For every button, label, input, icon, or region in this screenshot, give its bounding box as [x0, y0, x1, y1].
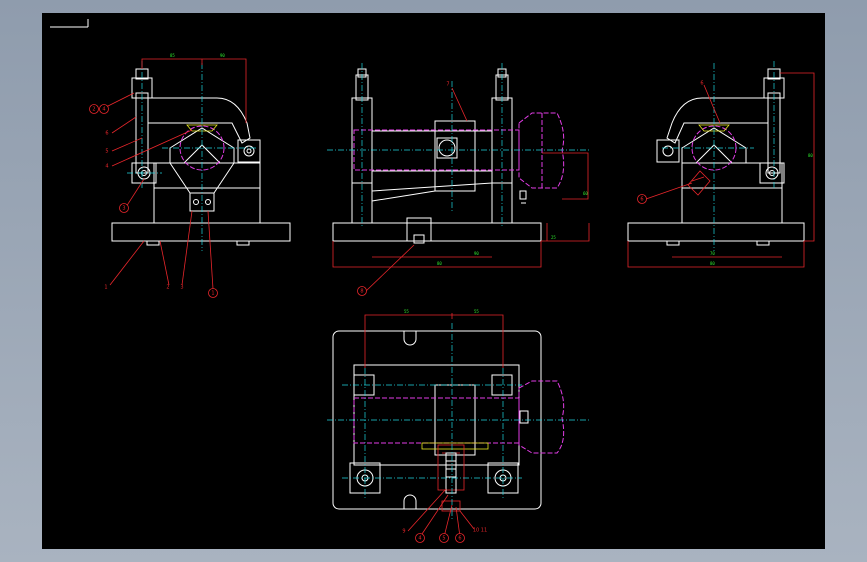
svg-text:55: 55 [404, 309, 409, 314]
svg-text:1: 1 [211, 291, 214, 297]
svg-text:80: 80 [710, 261, 715, 266]
fixture-drawing: 85 90 2 4 6 5 4 3 1 2 3 1 90 80 60 25 7 … [50, 19, 815, 543]
balloon-6b[interactable]: 6 [637, 194, 647, 204]
svg-text:80: 80 [808, 153, 813, 158]
svg-text:70: 70 [710, 251, 715, 256]
svg-text:9: 9 [402, 529, 405, 535]
balloon-10[interactable]: 10 11 [473, 528, 487, 534]
balloon-1[interactable]: 1 [208, 288, 218, 298]
balloon-2[interactable]: 2 [89, 104, 99, 114]
svg-text:3: 3 [180, 285, 183, 291]
svg-text:3: 3 [122, 206, 125, 212]
svg-text:1: 1 [104, 285, 107, 291]
svg-text:90: 90 [220, 53, 225, 58]
balloon-9[interactable]: 9 [402, 529, 405, 535]
svg-text:6: 6 [458, 536, 461, 542]
balloon-6a[interactable]: 6 [700, 81, 703, 87]
svg-text:4: 4 [105, 164, 108, 170]
balloon-4b[interactable]: 4 [415, 533, 425, 543]
svg-text:85: 85 [170, 53, 175, 58]
svg-text:6: 6 [700, 81, 703, 87]
top-view: 55 55 9 4 5 6 10 11 [327, 309, 590, 543]
balloon-8[interactable]: 8 [357, 286, 367, 296]
svg-text:7: 7 [446, 82, 449, 88]
viewer-window: 85 90 2 4 6 5 4 3 1 2 3 1 90 80 60 25 7 … [0, 0, 867, 562]
svg-text:25: 25 [551, 235, 556, 240]
balloon-7[interactable]: 7 [446, 82, 449, 88]
svg-text:2: 2 [92, 107, 95, 113]
balloon-3[interactable]: 3 [119, 203, 129, 213]
svg-text:55: 55 [474, 309, 479, 314]
svg-text:8: 8 [360, 289, 363, 295]
svg-text:6: 6 [640, 197, 643, 203]
svg-text:4: 4 [102, 107, 105, 113]
svg-text:80: 80 [437, 261, 442, 266]
svg-text:10 11: 10 11 [473, 528, 487, 534]
drawing-canvas[interactable]: 85 90 2 4 6 5 4 3 1 2 3 1 90 80 60 25 7 … [42, 13, 825, 549]
svg-text:5: 5 [442, 536, 445, 542]
svg-text:60: 60 [583, 191, 588, 196]
balloon-5[interactable]: 5 [439, 533, 449, 543]
svg-text:5: 5 [105, 149, 108, 155]
svg-text:4: 4 [418, 536, 421, 542]
balloon-6c[interactable]: 6 [455, 533, 465, 543]
side-view: 90 80 60 25 7 8 [327, 63, 590, 296]
title-mark [50, 19, 89, 28]
right-view: 80 70 80 6 6 [627, 61, 815, 268]
front-view: 85 90 2 4 6 5 4 3 1 2 3 1 [89, 53, 291, 298]
svg-text:2: 2 [166, 285, 169, 291]
svg-text:90: 90 [474, 251, 479, 256]
svg-text:6: 6 [105, 131, 108, 137]
balloon-4[interactable]: 4 [99, 104, 109, 114]
